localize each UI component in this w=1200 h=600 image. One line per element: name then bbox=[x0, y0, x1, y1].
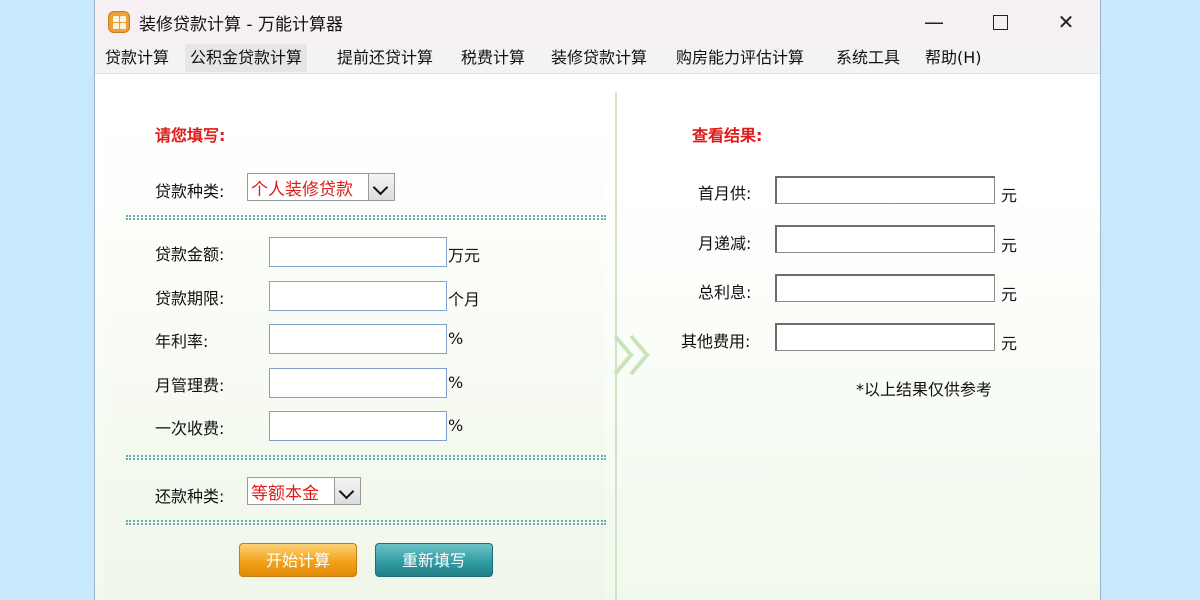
menu-help[interactable]: 帮助(H) bbox=[920, 44, 987, 72]
total-interest-field[interactable] bbox=[775, 274, 995, 302]
monthly-fee-input[interactable] bbox=[269, 368, 447, 398]
annual-rate-unit: % bbox=[448, 329, 464, 348]
title-bar: 装修贷款计算 - 万能计算器 — ✕ bbox=[95, 0, 1100, 44]
annual-rate-input[interactable] bbox=[269, 324, 447, 354]
chevron-down-icon[interactable] bbox=[334, 478, 360, 504]
other-fees-label: 其他费用: bbox=[681, 332, 751, 351]
dotted-separator bbox=[126, 455, 606, 460]
monthly-decrease-field[interactable] bbox=[775, 225, 995, 253]
loan-type-label: 贷款种类: bbox=[155, 182, 225, 201]
loan-term-unit: 个月 bbox=[448, 290, 481, 309]
result-section-title: 查看结果: bbox=[692, 126, 763, 145]
loan-type-select[interactable]: 个人装修贷款 bbox=[247, 173, 395, 201]
annual-rate-label: 年利率: bbox=[155, 332, 209, 351]
menu-loan-calc[interactable]: 贷款计算 bbox=[100, 44, 174, 72]
chevron-down-icon[interactable] bbox=[368, 174, 394, 200]
total-interest-unit: 元 bbox=[1001, 285, 1018, 304]
input-section-title: 请您填写: bbox=[155, 126, 226, 145]
first-month-payment-field[interactable] bbox=[775, 176, 995, 204]
other-fees-field[interactable] bbox=[775, 323, 995, 351]
menu-renovation-loan[interactable]: 装修贷款计算 bbox=[546, 44, 652, 72]
repay-type-label: 还款种类: bbox=[155, 487, 225, 506]
first-month-payment-unit: 元 bbox=[1001, 186, 1018, 205]
minimize-button[interactable]: — bbox=[911, 6, 957, 38]
menu-affordability[interactable]: 购房能力评估计算 bbox=[671, 44, 809, 72]
loan-amount-input[interactable] bbox=[269, 237, 447, 267]
other-fees-unit: 元 bbox=[1001, 334, 1018, 353]
repay-type-value: 等额本金 bbox=[251, 484, 319, 504]
app-window: 装修贷款计算 - 万能计算器 — ✕ 贷款计算 公积金贷款计算 提前还贷计算 税… bbox=[94, 0, 1101, 600]
one-time-fee-input[interactable] bbox=[269, 411, 447, 441]
disclaimer-note: *以上结果仅供参考 bbox=[856, 380, 993, 399]
loan-term-input[interactable] bbox=[269, 281, 447, 311]
loan-term-label: 贷款期限: bbox=[155, 289, 225, 308]
dotted-separator bbox=[126, 215, 606, 220]
menu-system-tools[interactable]: 系统工具 bbox=[831, 44, 905, 72]
monthly-decrease-unit: 元 bbox=[1001, 236, 1018, 255]
loan-amount-label: 贷款金额: bbox=[155, 245, 225, 264]
one-time-fee-unit: % bbox=[448, 416, 464, 435]
loan-type-value: 个人装修贷款 bbox=[251, 180, 353, 200]
close-button[interactable]: ✕ bbox=[1043, 6, 1089, 38]
calculate-button[interactable]: 开始计算 bbox=[239, 543, 357, 577]
first-month-payment-label: 首月供: bbox=[698, 184, 752, 203]
loan-amount-unit: 万元 bbox=[448, 246, 481, 265]
main-content: 请您填写: 贷款种类: 个人装修贷款 贷款金额: 万元 贷款期限: 个月 年利率… bbox=[95, 74, 1100, 600]
reset-button[interactable]: 重新填写 bbox=[375, 543, 493, 577]
menu-provident-fund-loan[interactable]: 公积金贷款计算 bbox=[185, 44, 308, 72]
menu-tax-calc[interactable]: 税费计算 bbox=[456, 44, 530, 72]
menu-prepayment-calc[interactable]: 提前还贷计算 bbox=[332, 44, 438, 72]
window-title: 装修贷款计算 - 万能计算器 bbox=[139, 15, 343, 35]
monthly-fee-label: 月管理费: bbox=[155, 376, 225, 395]
monthly-fee-unit: % bbox=[448, 373, 464, 392]
repay-type-select[interactable]: 等额本金 bbox=[247, 477, 361, 505]
maximize-icon bbox=[992, 14, 1008, 30]
dotted-separator bbox=[126, 520, 606, 525]
one-time-fee-label: 一次收费: bbox=[155, 419, 225, 438]
double-chevron-right-icon bbox=[613, 334, 650, 376]
menu-bar: 贷款计算 公积金贷款计算 提前还贷计算 税费计算 装修贷款计算 购房能力评估计算… bbox=[95, 44, 1100, 74]
maximize-button[interactable] bbox=[977, 6, 1023, 38]
monthly-decrease-label: 月递减: bbox=[698, 234, 752, 253]
calculator-app-icon bbox=[108, 11, 130, 33]
total-interest-label: 总利息: bbox=[698, 283, 752, 302]
